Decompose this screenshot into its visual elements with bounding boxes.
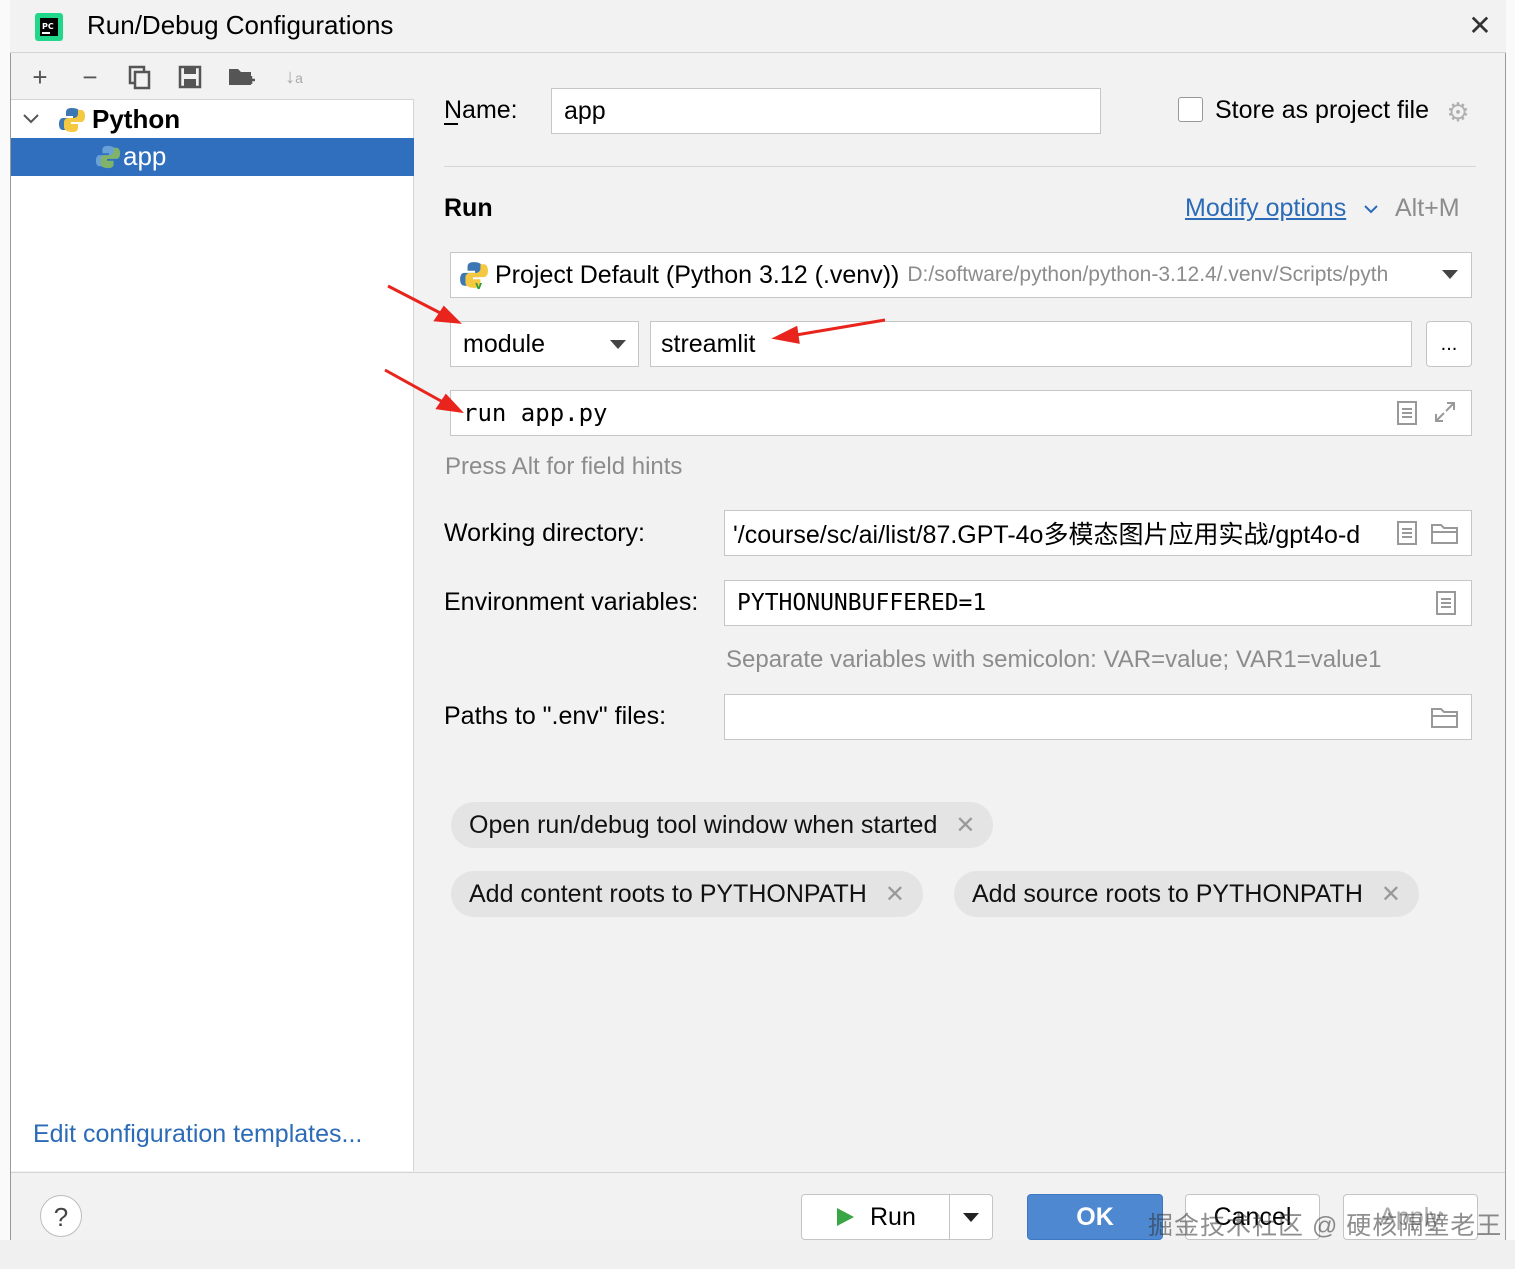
tree-group-python[interactable]: Python [92,104,180,136]
python-icon [58,106,86,134]
pycharm-icon: PC [34,12,64,42]
field-hints-text: Press Alt for field hints [445,453,683,480]
env-variables-hint: Separate variables with semicolon: VAR=v… [726,646,1382,673]
document-icon[interactable] [1435,590,1457,616]
name-input[interactable]: app [551,88,1101,134]
chevron-down-icon[interactable] [20,108,42,130]
help-button[interactable]: ? [40,1195,82,1237]
store-project-label[interactable]: Store as project file [1215,96,1429,125]
folder-icon[interactable] [1430,706,1460,730]
close-icon[interactable]: ✕ [1381,880,1401,909]
new-folder-icon[interactable] [227,62,257,92]
name-label: Name: [444,96,518,124]
annotation-arrows [384,284,886,414]
interpreter-path: D:/software/python/python-3.12.4/.venv/S… [907,263,1389,286]
close-icon[interactable]: ✕ [955,811,975,840]
run-options-dropdown[interactable] [949,1194,993,1240]
window-title: Run/Debug Configurations [87,10,394,40]
background-window-left [0,0,10,1240]
working-directory-input[interactable]: ʹ/course/sc/ai/list/87.GPT-4o多模态图片应用实战/g… [724,510,1472,556]
python-file-icon [95,144,121,170]
working-directory-label: Working directory: [444,519,645,547]
background-ide-toolwindow-bar [0,1240,1515,1269]
option-chip-tool-window[interactable]: Open run/debug tool window when started ✕ [451,802,994,848]
run-section-title: Run [444,194,493,222]
svg-text:PC: PC [42,22,54,31]
edit-templates-link[interactable]: Edit configuration templates... [33,1120,362,1149]
save-icon[interactable] [175,62,205,92]
copy-icon[interactable] [125,62,155,92]
option-chip-content-roots[interactable]: Add content roots to PYTHONPATH ✕ [451,871,923,917]
modify-shortcut: Alt+M [1395,194,1460,222]
store-project-checkbox[interactable] [1178,97,1203,122]
tree-toolbar: + − ↓a [11,54,414,100]
close-icon[interactable]: ✕ [1466,12,1494,40]
document-icon[interactable] [1396,520,1418,546]
dotenv-label: Paths to ".env" files: [444,702,667,730]
mnemonic-underline [444,123,458,125]
chip-label: Add source roots to PYTHONPATH [972,879,1363,908]
configuration-tree-panel [11,54,414,1171]
env-variables-input[interactable]: PYTHONUNBUFFERED=1 [724,580,1472,626]
chevron-down-icon[interactable] [1362,200,1380,218]
separator [444,166,1476,167]
working-directory-value: ʹ/course/sc/ai/list/87.GPT-4o多模态图片应用实战/g… [733,521,1361,549]
browse-module-button[interactable]: ... [1426,321,1472,367]
run-button[interactable]: Run [801,1194,951,1240]
tree-item-label: app [123,141,167,171]
chip-label: Add content roots to PYTHONPATH [469,879,867,908]
gear-icon[interactable]: ⚙ [1444,98,1472,126]
play-icon [834,1206,856,1228]
folder-icon[interactable] [1430,522,1460,546]
dropdown-arrow-icon [963,1213,979,1222]
close-icon[interactable]: ✕ [885,880,905,909]
watermark: 掘金技术社区 @ 硬核隔壁老王 [1148,1212,1503,1240]
background-window [1506,0,1515,1240]
sort-icon[interactable]: ↓a [279,62,309,92]
document-icon[interactable] [1396,400,1418,426]
add-icon[interactable]: + [25,62,55,92]
run-button-label: Run [870,1202,916,1231]
chip-label: Open run/debug tool window when started [469,810,938,839]
tree-item-app[interactable]: app [11,138,414,176]
env-variables-label: Environment variables: [444,588,699,616]
expand-icon[interactable] [1433,400,1457,424]
ok-button[interactable]: OK [1027,1194,1163,1240]
dropdown-arrow-icon[interactable] [1440,266,1460,282]
modify-options-link[interactable]: Modify options [1185,194,1346,223]
dotenv-input[interactable] [724,694,1472,740]
remove-icon[interactable]: − [75,62,105,92]
option-chip-source-roots[interactable]: Add source roots to PYTHONPATH ✕ [954,871,1419,917]
